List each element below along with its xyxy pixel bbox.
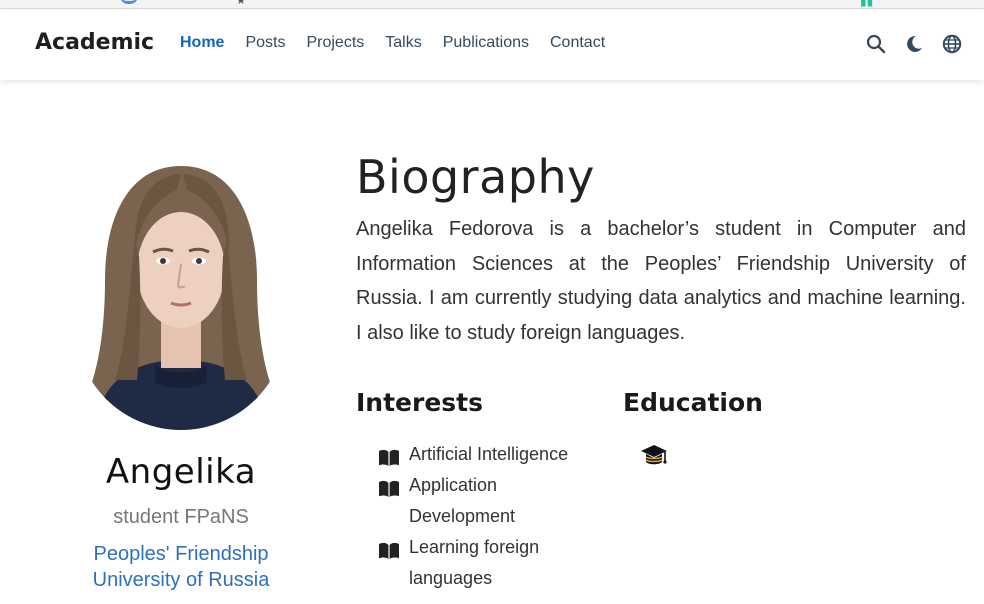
profile-role: student FPaNS (113, 506, 249, 528)
biography-title: Biography (356, 150, 595, 204)
education-section: Education (623, 388, 923, 471)
interest-item: Learning foreign languages (378, 532, 606, 594)
book-icon (378, 539, 402, 559)
star-icon: ★ (236, 0, 246, 7)
nav-links: Home Posts Projects Talks Publications C… (180, 34, 626, 52)
nav-icons (866, 34, 962, 54)
book-icon (378, 446, 402, 466)
interests-section: Interests Artificial Intelligence Applic… (356, 388, 606, 594)
nav-link-contact[interactable]: Contact (550, 34, 605, 52)
biography-section: Biography Angelika Fedorova is a bachelo… (356, 150, 966, 351)
interest-label: Learning foreign languages (409, 537, 540, 588)
graduation-cap-icon (639, 441, 669, 471)
browser-tab-indicator (120, 0, 138, 4)
nav-link-posts[interactable]: Posts (245, 34, 285, 52)
avatar-portrait (75, 160, 287, 430)
nav-link-talks[interactable]: Talks (385, 34, 421, 52)
browser-strip: ★ ▮▮ (0, 0, 984, 9)
interest-item: Artificial Intelligence (378, 439, 606, 470)
profile-details: Interests Artificial Intelligence Applic… (356, 388, 966, 598)
nav-link-home[interactable]: Home (180, 34, 224, 52)
education-title: Education (623, 388, 763, 417)
organization-line-1: Peoples' Friendship (93, 543, 269, 565)
interest-label: Artificial Intelligence (409, 444, 569, 464)
nav-link-projects[interactable]: Projects (306, 34, 364, 52)
biography-text: Angelika Fedorova is a bachelor’s studen… (356, 218, 966, 345)
profile-organization-link[interactable]: Peoples' Friendship University of Russia (60, 541, 302, 593)
profile-sidebar: Angelika student FPaNS Peoples' Friendsh… (60, 160, 302, 593)
book-icon (378, 477, 402, 497)
interest-item: Application Development (378, 470, 606, 532)
profile-name: Angelika (105, 452, 257, 492)
extension-icon: ▮▮ (860, 0, 874, 8)
interest-label: Application Development (409, 475, 516, 526)
interests-list: Artificial Intelligence Application Deve… (378, 439, 606, 594)
avatar (75, 160, 287, 430)
nav-link-publications[interactable]: Publications (443, 34, 529, 52)
interests-title: Interests (356, 388, 484, 417)
search-icon[interactable] (866, 34, 886, 54)
brand-logo[interactable]: Academic (35, 30, 154, 55)
navbar: Academic Home Posts Projects Talks Publi… (0, 10, 984, 80)
moon-icon[interactable] (904, 34, 924, 54)
globe-icon[interactable] (942, 34, 962, 54)
organization-line-2: University of Russia (92, 569, 270, 591)
